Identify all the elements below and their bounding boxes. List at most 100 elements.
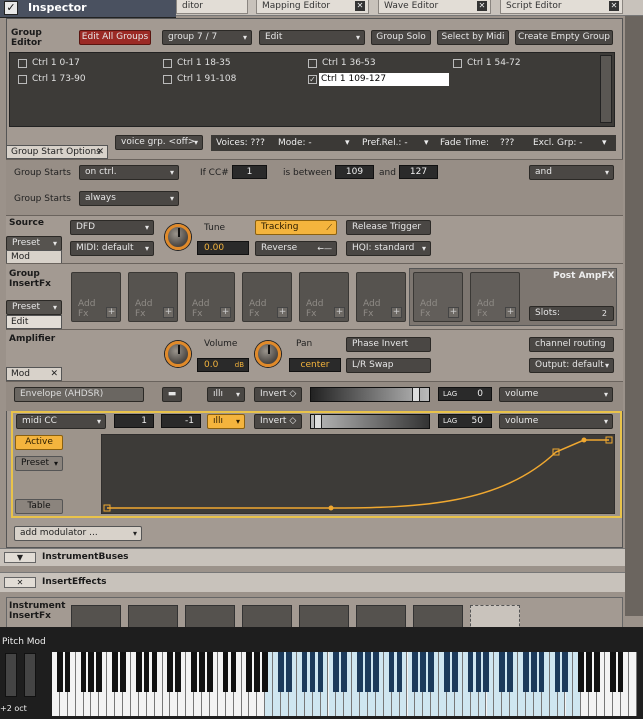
black-key[interactable]: [554, 652, 561, 692]
black-key[interactable]: [88, 652, 95, 692]
piano-keyboard[interactable]: [52, 652, 637, 716]
mod-invert-button[interactable]: Invert ◇: [254, 414, 302, 429]
black-key[interactable]: [135, 652, 142, 692]
lr-swap-button[interactable]: L/R Swap: [346, 358, 431, 373]
group-starts-mode-dropdown[interactable]: on ctrl. ▾: [79, 165, 179, 180]
black-key[interactable]: [191, 652, 197, 692]
post-fx-slot-2[interactable]: Add Fx +: [470, 272, 520, 322]
envelope-amount-slider[interactable]: [310, 387, 430, 402]
close-icon[interactable]: ✕: [96, 146, 104, 158]
black-key[interactable]: [333, 652, 340, 692]
edit-menu-dropdown[interactable]: Edit ▾: [259, 30, 365, 45]
pitch-wheel[interactable]: [5, 653, 17, 697]
black-key[interactable]: [222, 652, 229, 692]
black-key[interactable]: [364, 652, 371, 692]
black-key[interactable]: [609, 652, 616, 692]
mode-dropdown[interactable]: Mode: -: [278, 138, 312, 149]
envelope-target-dropdown[interactable]: volume ▾: [499, 387, 613, 402]
envelope-shape-dropdown[interactable]: ıllı ▾: [207, 387, 245, 402]
plus-icon[interactable]: +: [448, 307, 459, 318]
fx-slot-1[interactable]: Add Fx +: [71, 272, 121, 322]
checkbox-icon[interactable]: [18, 59, 27, 68]
close-icon[interactable]: ✕: [609, 1, 619, 11]
black-key[interactable]: [206, 652, 213, 692]
black-key[interactable]: [530, 652, 537, 692]
insertfx-edit-tab[interactable]: Edit: [6, 315, 62, 329]
pref-rel-dropdown[interactable]: Pref.Rel.: -: [362, 138, 408, 149]
mod-wheel[interactable]: [24, 653, 36, 697]
black-key[interactable]: [167, 652, 174, 692]
post-fx-slot-1[interactable]: Add Fx +: [413, 272, 463, 322]
white-key[interactable]: [628, 652, 637, 716]
checkbox-icon[interactable]: [453, 59, 462, 68]
slider-handle[interactable]: [314, 414, 322, 429]
fx-slot-2[interactable]: Add Fx +: [128, 272, 178, 322]
black-key[interactable]: [199, 652, 205, 692]
group-item[interactable]: Ctrl 1 54-72: [453, 57, 521, 70]
output-dropdown[interactable]: Output: default ▾: [529, 358, 614, 373]
black-key[interactable]: [96, 652, 103, 692]
logic-dropdown[interactable]: and ▾: [529, 165, 614, 180]
curve-point[interactable]: [328, 505, 334, 511]
create-empty-group-button[interactable]: Create Empty Group: [515, 30, 613, 45]
checkmark-icon[interactable]: ✓: [4, 1, 18, 15]
black-key[interactable]: [80, 652, 87, 692]
black-key[interactable]: [246, 652, 253, 692]
group-starts-mode-2-dropdown[interactable]: always ▾: [79, 191, 179, 206]
range-low-field[interactable]: 109: [335, 165, 374, 179]
table-button[interactable]: Table: [15, 499, 63, 514]
group-item[interactable]: Ctrl 1 36-53: [308, 57, 376, 70]
curve-point[interactable]: [581, 437, 587, 443]
black-key[interactable]: [467, 652, 474, 692]
fx-slot-3[interactable]: Add Fx +: [185, 272, 235, 322]
group-item[interactable]: Ctrl 1 73-90: [18, 73, 86, 86]
black-key[interactable]: [507, 652, 513, 692]
close-icon[interactable]: ✕: [50, 368, 58, 380]
black-key[interactable]: [285, 652, 292, 692]
black-key[interactable]: [112, 652, 118, 692]
tracking-button[interactable]: Tracking ⟋: [255, 220, 337, 235]
black-key[interactable]: [420, 652, 426, 692]
cc-field[interactable]: 1: [114, 414, 154, 428]
inspector-header[interactable]: ✓ Inspector: [0, 0, 176, 18]
black-key[interactable]: [388, 652, 395, 692]
checkbox-icon[interactable]: [163, 75, 172, 84]
slider-handle[interactable]: [412, 387, 420, 402]
black-key[interactable]: [309, 652, 316, 692]
amount-field[interactable]: -1: [161, 414, 201, 428]
envelope-name[interactable]: Envelope (AHDSR): [14, 387, 144, 402]
black-key[interactable]: [562, 652, 569, 692]
black-key[interactable]: [278, 652, 284, 692]
hqi-dropdown[interactable]: HQI: standard ▾: [346, 241, 431, 256]
group-list-scrollbar[interactable]: [600, 55, 612, 123]
group-item-selected[interactable]: Ctrl 1 109-127: [319, 73, 449, 86]
envelope-lag-field[interactable]: LAG 0: [438, 387, 492, 401]
amp-mod-tab[interactable]: Mod ✕: [6, 367, 62, 381]
black-key[interactable]: [578, 652, 584, 692]
add-modulator-dropdown[interactable]: add modulator ... ▾: [14, 526, 142, 541]
slots-field[interactable]: Slots: 2: [529, 306, 614, 321]
black-key[interactable]: [175, 652, 182, 692]
source-preset-dropdown[interactable]: Preset ▾: [6, 236, 62, 251]
group-select-dropdown[interactable]: group 7 / 7 ▾: [162, 30, 252, 45]
checkbox-icon[interactable]: [308, 59, 317, 68]
close-icon[interactable]: ✕: [355, 1, 365, 11]
plus-icon[interactable]: +: [505, 307, 516, 318]
fx-slot-6[interactable]: Add Fx +: [356, 272, 406, 322]
black-key[interactable]: [483, 652, 490, 692]
group-item[interactable]: Ctrl 1 0-17: [18, 57, 80, 70]
voice-group-dropdown[interactable]: voice grp. <off> ▾: [115, 135, 203, 150]
tune-value[interactable]: 0.00: [197, 241, 249, 255]
plus-icon[interactable]: +: [163, 307, 174, 318]
edit-all-groups-button[interactable]: Edit All Groups: [79, 30, 151, 45]
range-high-field[interactable]: 127: [399, 165, 438, 179]
black-key[interactable]: [120, 652, 126, 692]
envelope-menu-icon[interactable]: ▬: [162, 387, 182, 402]
group-item[interactable]: Ctrl 1 18-35: [163, 57, 231, 70]
black-key[interactable]: [475, 652, 482, 692]
black-key[interactable]: [499, 652, 505, 692]
plus-icon[interactable]: +: [106, 307, 117, 318]
fx-slot-4[interactable]: Add Fx +: [242, 272, 292, 322]
black-key[interactable]: [301, 652, 308, 692]
black-key[interactable]: [151, 652, 158, 692]
